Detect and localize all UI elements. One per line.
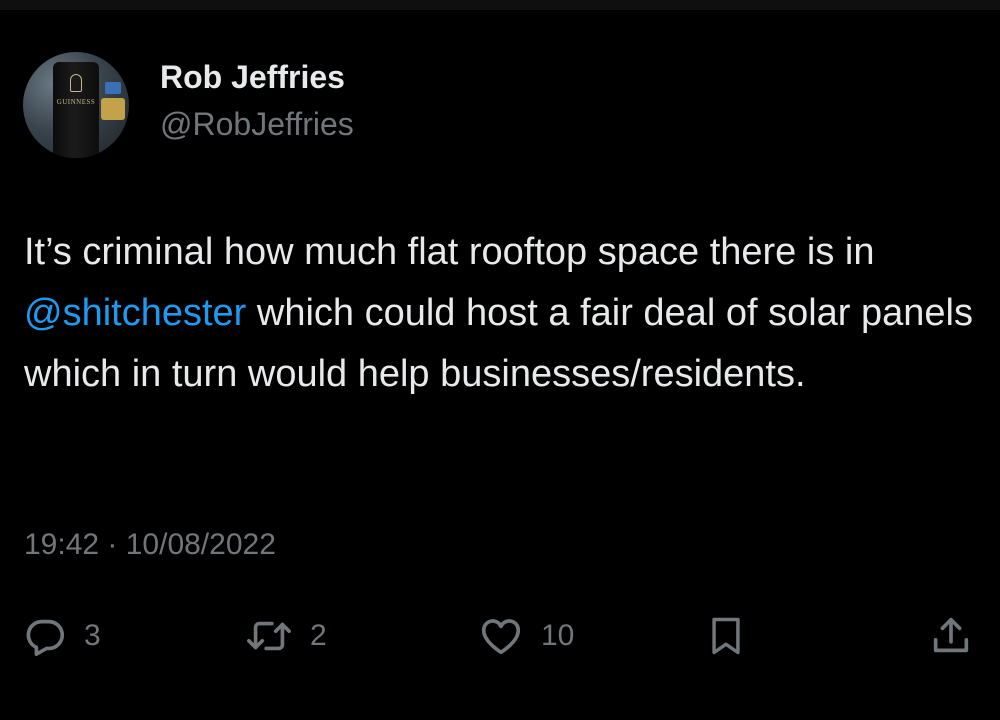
harp-logo-icon <box>70 74 82 92</box>
retweet-count: 2 <box>310 619 327 652</box>
tweet-card: GUINNESS Rob Jeffries @RobJeffries It’s … <box>0 0 1000 720</box>
bookmark-icon <box>704 612 748 660</box>
retweet-button[interactable]: 2 <box>244 612 327 660</box>
reply-count: 3 <box>84 619 101 652</box>
mention-link[interactable]: @shitchester <box>24 292 246 334</box>
like-button[interactable]: 10 <box>477 612 574 660</box>
tweet-timestamp[interactable]: 19:42 · 10/08/2022 <box>24 528 276 562</box>
share-button[interactable] <box>928 612 974 660</box>
bookmark-button[interactable] <box>704 612 748 660</box>
author-handle[interactable]: @RobJeffries <box>160 106 354 143</box>
reply-button[interactable]: 3 <box>22 612 101 660</box>
reply-icon <box>22 613 68 659</box>
retweet-icon <box>244 613 294 659</box>
author-display-name[interactable]: Rob Jeffries <box>160 59 345 96</box>
heart-icon <box>477 613 525 659</box>
tweet-text-part: It’s criminal how much flat rooftop spac… <box>24 231 875 273</box>
like-count: 10 <box>541 619 575 652</box>
avatar-background-blue <box>105 82 121 94</box>
share-icon <box>928 613 974 659</box>
avatar-background-yellow <box>101 98 125 120</box>
tweet-text: It’s criminal how much flat rooftop spac… <box>24 222 984 405</box>
avatar[interactable]: GUINNESS <box>23 52 129 158</box>
avatar-logo-text: GUINNESS <box>56 98 96 106</box>
